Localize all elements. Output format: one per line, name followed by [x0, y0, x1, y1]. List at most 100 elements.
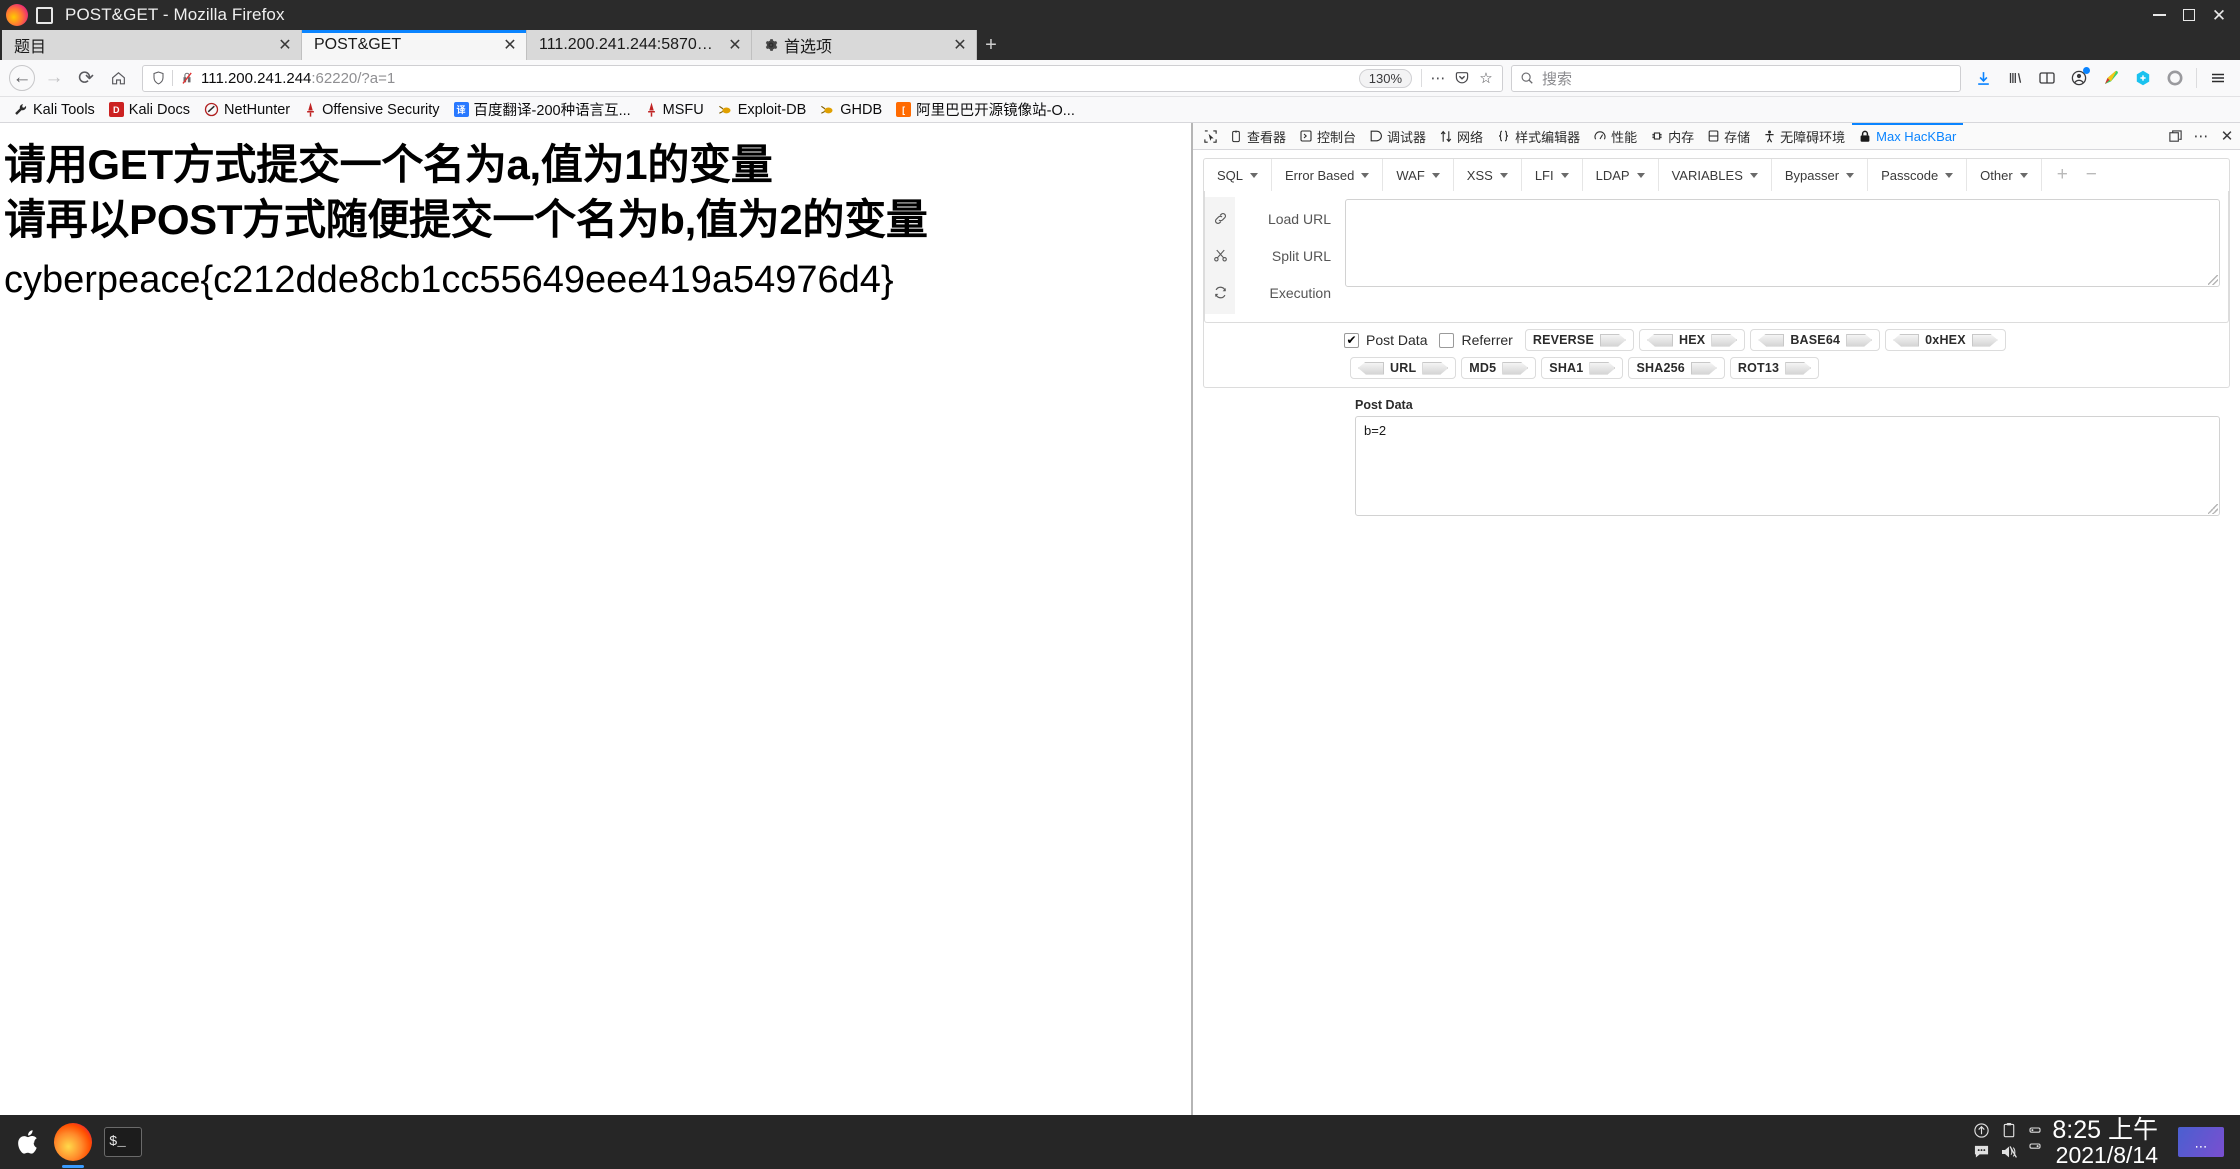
encoder-sha1[interactable]: SHA1: [1541, 357, 1624, 379]
chat-icon[interactable]: [1973, 1144, 1990, 1161]
menu-hamburger-icon[interactable]: [2202, 63, 2234, 93]
encoder-base64[interactable]: BASE64: [1750, 329, 1881, 351]
link-icon[interactable]: [1205, 200, 1235, 237]
add-tab-button[interactable]: +: [2048, 164, 2077, 186]
encode-arrow-right-icon[interactable]: [1589, 361, 1616, 375]
load-url-label[interactable]: Load URL: [1268, 200, 1331, 237]
account-icon[interactable]: [2063, 63, 2095, 93]
forward-button[interactable]: →: [38, 63, 70, 93]
refresh-icon[interactable]: [1205, 274, 1235, 311]
tab-0[interactable]: 题目 ✕: [2, 30, 302, 60]
url-text[interactable]: 111.200.241.244:62220/?a=1: [201, 70, 1359, 87]
decode-arrow-left-icon[interactable]: [1758, 333, 1785, 347]
zoom-level-indicator[interactable]: 130%: [1358, 68, 1412, 88]
encoder-rot13[interactable]: ROT13: [1729, 357, 1820, 379]
element-picker-icon[interactable]: [1197, 123, 1223, 149]
bookmark-nethunter[interactable]: NetHunter: [197, 100, 297, 120]
tab-accessibility[interactable]: 无障碍环境: [1757, 123, 1852, 149]
page-actions-more-icon[interactable]: ⋯: [1426, 67, 1450, 89]
encoder-md5[interactable]: MD5: [1461, 357, 1537, 379]
firefox-taskbar-icon[interactable]: [54, 1123, 92, 1161]
menu-bypasser[interactable]: Bypasser: [1772, 159, 1869, 191]
tab-memory[interactable]: 内存: [1644, 123, 1701, 149]
downloads-icon[interactable]: [1967, 63, 1999, 93]
apple-menu-icon[interactable]: [16, 1127, 42, 1157]
encode-arrow-right-icon[interactable]: [1422, 361, 1449, 375]
tab-max-hackbar[interactable]: Max HacKBar: [1852, 123, 1964, 149]
encode-arrow-right-icon[interactable]: [1846, 333, 1873, 347]
show-desktop-button[interactable]: ⋯: [2178, 1127, 2224, 1157]
library-icon[interactable]: [1999, 63, 2031, 93]
dock-toggle-icon[interactable]: [2162, 123, 2188, 149]
bookmark-exploit-db[interactable]: Exploit-DB: [711, 100, 814, 120]
execution-label[interactable]: Execution: [1270, 274, 1331, 311]
tab-network[interactable]: 网络: [1433, 123, 1490, 149]
menu-waf[interactable]: WAF: [1383, 159, 1454, 191]
extension-pen-icon[interactable]: [2095, 63, 2127, 93]
encoder-0xhex[interactable]: 0xHEX: [1885, 329, 2006, 351]
url-bar[interactable]: 111.200.241.244:62220/?a=1 130% ⋯ ☆: [142, 64, 1503, 92]
reload-button[interactable]: ⟳: [70, 63, 102, 93]
post-data-checkbox[interactable]: ✔ Post Data: [1344, 332, 1427, 348]
tab-2[interactable]: 111.200.241.244:58705/? ✕: [527, 30, 752, 60]
encoder-url[interactable]: URL: [1350, 357, 1457, 379]
maximize-button[interactable]: [2174, 0, 2204, 30]
encoder-hex[interactable]: HEX: [1639, 329, 1746, 351]
bookmark-baidu-translate[interactable]: 译 百度翻译-200种语言互...: [447, 97, 638, 122]
bookmark-kali-tools[interactable]: Kali Tools: [6, 100, 102, 120]
menu-lfi[interactable]: LFI: [1522, 159, 1583, 191]
split-url-label[interactable]: Split URL: [1272, 237, 1331, 274]
url-textarea[interactable]: [1345, 199, 2220, 287]
update-icon[interactable]: [1973, 1122, 1990, 1141]
bookmark-ghdb[interactable]: GHDB: [813, 100, 889, 120]
bookmark-offensive-security[interactable]: Offensive Security: [297, 100, 446, 120]
tab-debugger[interactable]: 调试器: [1363, 123, 1433, 149]
bookmark-msfu[interactable]: MSFU: [638, 100, 711, 120]
tab-3[interactable]: 首选项 ✕: [752, 30, 977, 60]
bookmark-kali-docs[interactable]: D Kali Docs: [102, 100, 197, 120]
search-bar[interactable]: 搜索: [1511, 64, 1961, 92]
tab-1-close-icon[interactable]: ✕: [500, 35, 520, 55]
menu-sql[interactable]: SQL: [1204, 159, 1273, 191]
bookmark-star-icon[interactable]: ☆: [1474, 67, 1498, 89]
post-data-textarea[interactable]: b=2: [1355, 416, 2220, 516]
encode-arrow-right-icon[interactable]: [1711, 333, 1738, 347]
tab-inspector[interactable]: 查看器: [1223, 123, 1293, 149]
decode-arrow-left-icon[interactable]: [1893, 333, 1920, 347]
tab-style-editor[interactable]: 样式编辑器: [1490, 123, 1587, 149]
pocket-icon[interactable]: [1450, 67, 1474, 89]
menu-variables[interactable]: VARIABLES: [1659, 159, 1772, 191]
tab-1[interactable]: POST&GET ✕: [302, 30, 527, 60]
encoder-reverse[interactable]: REVERSE: [1524, 329, 1634, 351]
bookmark-alibaba-mirror[interactable]: [ 阿里巴巴开源镜像站-O...: [889, 97, 1082, 122]
tab-2-close-icon[interactable]: ✕: [725, 35, 745, 55]
devtools-more-icon[interactable]: ⋯: [2188, 123, 2214, 149]
search-input-placeholder[interactable]: 搜索: [1542, 68, 1572, 89]
tab-3-close-icon[interactable]: ✕: [950, 35, 970, 55]
clipboard-icon[interactable]: [2001, 1122, 2017, 1141]
extension-hex-icon[interactable]: [2127, 63, 2159, 93]
encode-arrow-right-icon[interactable]: [1971, 333, 1998, 347]
new-tab-button[interactable]: +: [977, 30, 1005, 60]
devtools-close-icon[interactable]: ✕: [2214, 123, 2240, 149]
minimize-button[interactable]: [2144, 0, 2174, 30]
encode-arrow-right-icon[interactable]: [1600, 333, 1626, 347]
menu-ldap[interactable]: LDAP: [1583, 159, 1659, 191]
menu-other[interactable]: Other: [1967, 159, 2042, 191]
taskbar-clock[interactable]: 8:25 上午 2021/8/14: [2052, 1117, 2168, 1168]
encoder-sha256[interactable]: SHA256: [1628, 357, 1725, 379]
referrer-checkbox[interactable]: Referrer: [1439, 332, 1513, 348]
home-button[interactable]: [102, 63, 134, 93]
menu-passcode[interactable]: Passcode: [1868, 159, 1968, 191]
tab-console[interactable]: 控制台: [1293, 123, 1363, 149]
menu-error-based[interactable]: Error Based: [1272, 159, 1384, 191]
sidebar-icon[interactable]: [2031, 63, 2063, 93]
decode-arrow-left-icon[interactable]: [1647, 333, 1673, 347]
encode-arrow-right-icon[interactable]: [1690, 361, 1717, 375]
battery-icon[interactable]: [2028, 1127, 2042, 1141]
extension-circle-icon[interactable]: [2159, 63, 2191, 93]
remove-tab-button[interactable]: −: [2077, 164, 2106, 186]
battery-icon-2[interactable]: [2028, 1143, 2042, 1157]
resize-grip[interactable]: [2208, 275, 2218, 285]
mute-icon[interactable]: [2000, 1144, 2018, 1162]
